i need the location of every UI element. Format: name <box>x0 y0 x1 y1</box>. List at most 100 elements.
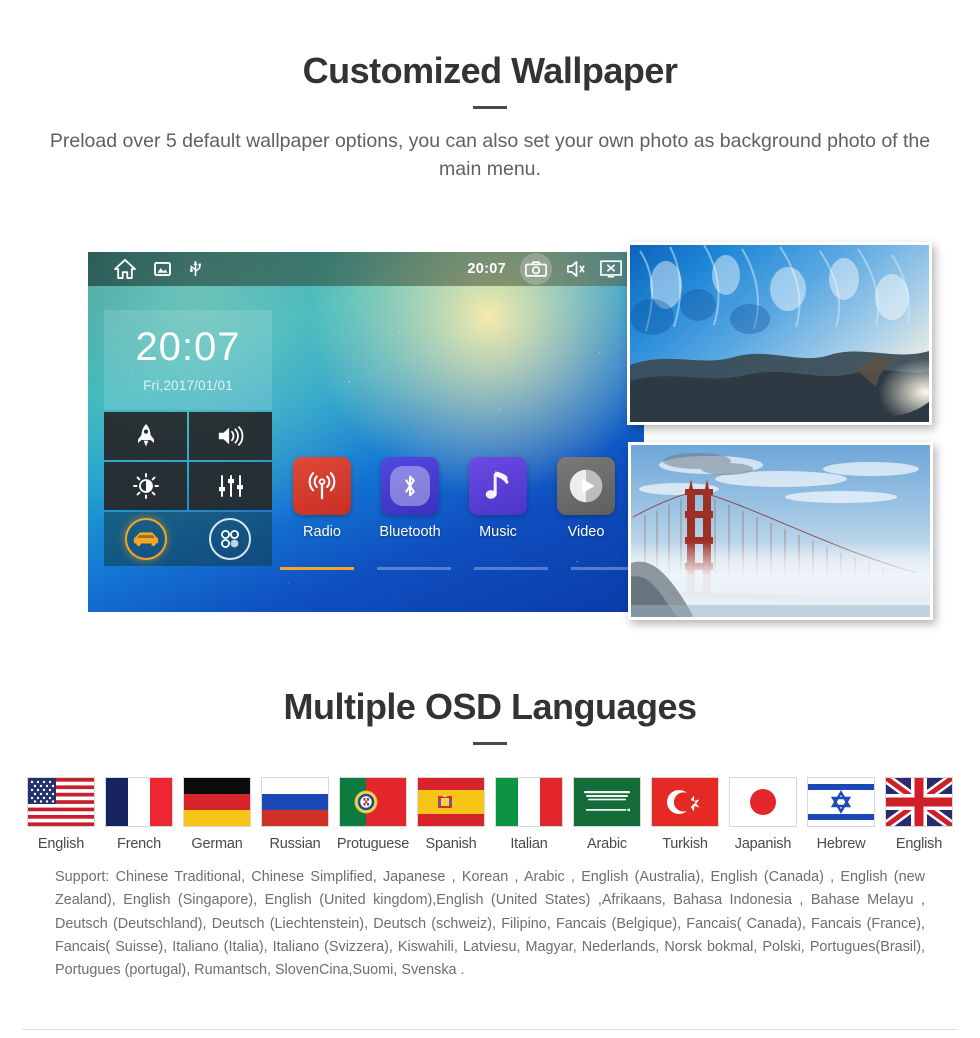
saudi-arabia-flag-icon <box>573 777 641 827</box>
flag-item-italian: Italian <box>490 777 568 852</box>
flag-label: Japanish <box>734 836 792 852</box>
russia-flag-icon <box>261 777 329 827</box>
usb-icon[interactable] <box>189 260 202 278</box>
play-icon <box>565 465 607 507</box>
page-subtitle: Preload over 5 default wallpaper options… <box>49 130 931 181</box>
tile-grid <box>104 412 272 510</box>
flag-item-japanish: Japanish <box>724 777 802 852</box>
bluetooth-tile <box>381 457 439 515</box>
languages-title: Multiple OSD Languages <box>283 686 697 727</box>
bottom-divider <box>22 1029 958 1030</box>
flag-label: Italian <box>510 836 548 852</box>
quick-settings-tiles <box>104 412 272 566</box>
screen-off-icon[interactable] <box>600 260 622 278</box>
flag-item-english-us: English <box>22 777 100 852</box>
flag-label: Turkish <box>662 836 708 852</box>
apps-grid-icon <box>209 518 251 560</box>
clock-widget[interactable]: 20:07 Fri,2017/01/01 <box>104 310 272 410</box>
app-shortcut-row: Radio Bluetooth Music Video <box>286 457 622 540</box>
app-label: Video <box>567 524 605 540</box>
app-video[interactable]: Video <box>550 457 622 540</box>
volume-tile[interactable] <box>189 412 272 460</box>
spain-flag-icon <box>417 777 485 827</box>
flag-label: Hebrew <box>816 836 866 852</box>
brightness-tile[interactable] <box>104 462 187 510</box>
languages-title-divider <box>473 742 507 745</box>
france-flag-icon <box>105 777 173 827</box>
flag-item-russian: Russian <box>256 777 334 852</box>
italy-flag-icon <box>495 777 563 827</box>
flag-item-portuguese: Protuguese <box>334 777 412 852</box>
page-indicator <box>280 567 644 570</box>
flag-label: French <box>117 836 161 852</box>
app-label: Music <box>479 524 517 540</box>
screenshot-button[interactable] <box>520 253 552 285</box>
status-bar-left <box>88 259 202 279</box>
supported-languages-text: Support: Chinese Traditional, Chinese Si… <box>55 869 925 979</box>
title-divider <box>473 106 507 109</box>
brightness-icon <box>132 473 159 499</box>
page-dot[interactable] <box>280 567 354 570</box>
clock-time: 20:07 <box>135 325 241 369</box>
israel-flag-icon <box>807 777 875 827</box>
radio-icon <box>305 469 339 503</box>
clock-date: Fri,2017/01/01 <box>143 378 233 393</box>
music-note-icon <box>483 470 513 502</box>
car-tile[interactable] <box>104 512 188 566</box>
flag-item-spanish: Spanish <box>412 777 490 852</box>
flag-item-turkish: Turkish <box>646 777 724 852</box>
united-kingdom-flag-icon <box>885 777 953 827</box>
app-label: Radio <box>303 524 341 540</box>
volume-icon <box>217 425 245 447</box>
camera-icon <box>525 261 547 277</box>
app-radio[interactable]: Radio <box>286 457 358 540</box>
flag-item-french: French <box>100 777 178 852</box>
status-bar-time: 20:07 <box>467 261 506 277</box>
wallpaper-heading-block: Customized Wallpaper Preload over 5 defa… <box>0 50 980 184</box>
page-dot[interactable] <box>474 567 548 570</box>
golden-gate-wallpaper <box>628 442 933 620</box>
flag-label: English <box>895 836 943 852</box>
flag-item-arabic: Arabic <box>568 777 646 852</box>
gallery-icon[interactable] <box>154 262 171 276</box>
apps-tile[interactable] <box>188 512 272 566</box>
app-bluetooth[interactable]: Bluetooth <box>374 457 446 540</box>
head-unit-screen: 20:07 20:07 Fri,2017/01/01 Radio Bluetoo… <box>88 252 644 612</box>
flag-label: German <box>191 836 243 852</box>
home-icon[interactable] <box>114 259 136 279</box>
speaker-mute-icon[interactable] <box>566 260 586 278</box>
portugal-flag-icon <box>339 777 407 827</box>
status-bar: 20:07 <box>88 252 644 286</box>
video-tile <box>557 457 615 515</box>
flag-label: Spanish <box>425 836 477 852</box>
germany-flag-icon <box>183 777 251 827</box>
product-feature-page: Customized Wallpaper Preload over 5 defa… <box>0 0 980 1038</box>
flag-label: English <box>37 836 85 852</box>
ice-cave-wallpaper <box>627 242 932 425</box>
osd-languages-section: Multiple OSD Languages English French Ge… <box>0 686 980 983</box>
usa-flag-icon <box>27 777 95 827</box>
flag-list: English French German Russian Protuguese… <box>0 777 980 852</box>
flag-label: Arabic <box>587 836 627 852</box>
flag-item-hebrew: Hebrew <box>802 777 880 852</box>
flag-label: Russian <box>269 836 321 852</box>
radio-tile <box>293 457 351 515</box>
flag-label: Protuguese <box>336 836 410 852</box>
page-dot[interactable] <box>377 567 451 570</box>
turkey-flag-icon <box>651 777 719 827</box>
app-music[interactable]: Music <box>462 457 534 540</box>
rocket-icon <box>136 423 156 449</box>
rocket-tile[interactable] <box>104 412 187 460</box>
car-icon <box>125 518 167 560</box>
tile-row-bottom <box>104 512 272 566</box>
bluetooth-icon <box>390 466 430 506</box>
japan-flag-icon <box>729 777 797 827</box>
flag-item-english-uk: English <box>880 777 958 852</box>
flag-item-german: German <box>178 777 256 852</box>
equalizer-tile[interactable] <box>189 462 272 510</box>
page-title: Customized Wallpaper <box>302 50 678 91</box>
music-tile <box>469 457 527 515</box>
equalizer-icon <box>218 474 244 498</box>
app-label: Bluetooth <box>379 524 441 540</box>
status-bar-right: 20:07 <box>467 253 644 285</box>
